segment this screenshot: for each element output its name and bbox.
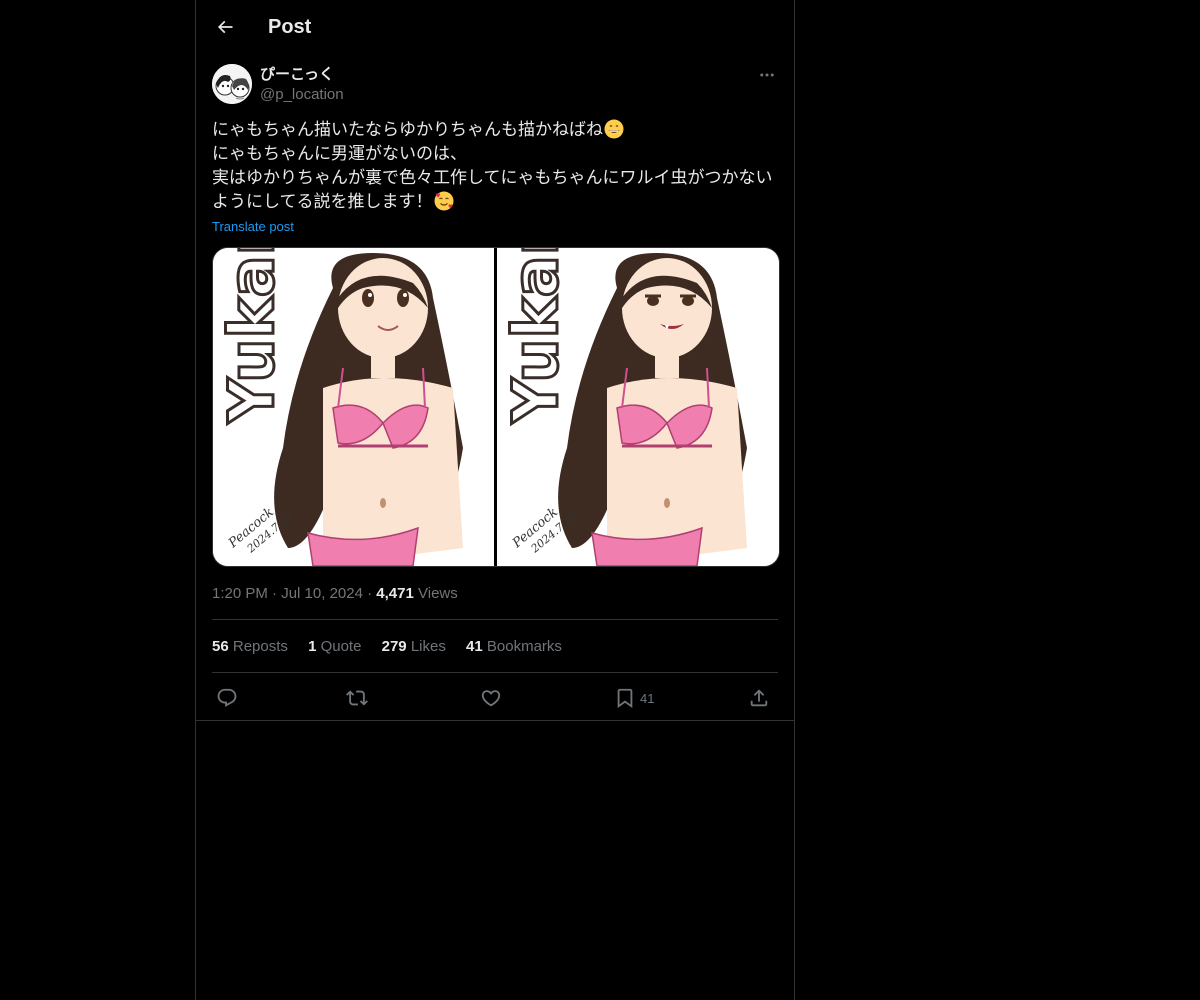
avatar-illustration	[212, 64, 252, 104]
repost-icon	[346, 690, 368, 706]
likes-label: Likes	[410, 638, 446, 655]
bookmarks-label: Bookmarks	[486, 638, 562, 655]
post-bottom-divider	[196, 720, 794, 721]
reply-icon	[217, 688, 237, 707]
post-column: Post ぴーこっく @p_location にゃもちゃん描いたならゆかりちゃん…	[195, 0, 795, 1000]
likes-stat[interactable]: 279 Likes	[382, 637, 446, 657]
quotes-label: Quote	[320, 638, 362, 655]
like-button[interactable]	[480, 683, 502, 713]
bookmarks-count: 41	[466, 638, 483, 655]
media-gallery: Yukari Peacock 2024.7.10 Yukari Peacock …	[212, 247, 780, 567]
author-handle[interactable]: @p_location	[260, 86, 344, 104]
meta-separator: ·	[367, 585, 373, 602]
media-image-1[interactable]: Yukari Peacock 2024.7.10	[213, 248, 494, 566]
reposts-stat[interactable]: 56 Reposts	[212, 637, 288, 657]
quotes-stat[interactable]: 1 Quote	[308, 637, 361, 657]
repost-button[interactable]	[346, 683, 368, 713]
bookmark-action-count: 41	[640, 690, 655, 706]
back-button[interactable]	[208, 10, 242, 44]
divider	[212, 619, 778, 620]
post-line-1: にゃもちゃん描いたならゆかりちゃんも描かねばね	[212, 118, 778, 142]
post-time[interactable]: 1:20 PM	[212, 585, 268, 602]
media-right-label: Yukari	[499, 248, 572, 424]
illustration-smirking: Yukari Peacock 2024.7.10	[497, 248, 779, 566]
bookmark-icon	[617, 688, 633, 709]
page-title: Post	[268, 16, 312, 38]
post-date[interactable]: Jul 10, 2024	[281, 585, 363, 602]
post-stats: 56 Reposts 1 Quote 279 Likes 41 Bookmark…	[212, 637, 578, 657]
translate-post-link[interactable]: Translate post	[212, 218, 294, 236]
post-meta: 1:20 PM · Jul 10, 2024 · 4,471 Views	[212, 584, 458, 604]
post-text: にゃもちゃん描いたならゆかりちゃんも描かねばね にゃもちゃんに男運がないのは、 …	[212, 118, 778, 214]
post-line-4-text: ようにしてる説を推します！	[212, 192, 433, 212]
avatar[interactable]	[212, 64, 252, 104]
media-image-2[interactable]: Yukari Peacock 2024.7.10	[497, 248, 779, 566]
post-line-3: 実はゆかりちゃんが裏で色々工作してにゃもちゃんにワルイ虫がつかない	[212, 168, 773, 188]
quotes-count: 1	[308, 638, 317, 655]
media-left-label: Yukari	[215, 248, 288, 424]
reposts-count: 56	[212, 638, 229, 655]
bookmarks-stat[interactable]: 41 Bookmarks	[466, 637, 562, 657]
likes-count: 279	[381, 638, 407, 655]
more-horizontal-icon	[760, 73, 774, 77]
post-line-2: にゃもちゃんに男運がないのは、	[212, 144, 467, 164]
more-button[interactable]	[756, 64, 778, 86]
share-button[interactable]	[748, 683, 770, 713]
post-line-4: ようにしてる説を推します！	[212, 190, 778, 214]
share-icon	[750, 689, 768, 707]
reply-button[interactable]	[216, 683, 238, 713]
action-bar: 41	[212, 683, 778, 713]
grinning-face-emoji	[604, 119, 624, 139]
views-label: Views	[418, 585, 458, 602]
views-count: 4,471	[376, 585, 414, 602]
divider	[212, 672, 778, 673]
arrow-left-icon	[217, 20, 233, 34]
author-row: ぴーこっく @p_location	[212, 64, 778, 108]
post-header: Post	[196, 0, 794, 53]
post-line-1-text: にゃもちゃん描いたならゆかりちゃんも描かねばね	[212, 120, 603, 140]
heart-icon	[481, 690, 501, 707]
illustration-smiling: Yukari Peacock 2024.7.10	[213, 248, 494, 566]
smiling-face-with-hearts-emoji	[434, 191, 453, 211]
author-display-name[interactable]: ぴーこっく	[260, 66, 334, 84]
reposts-label: Reposts	[232, 638, 288, 655]
bookmark-button[interactable]: 41	[614, 683, 654, 713]
meta-separator: ·	[272, 585, 278, 602]
